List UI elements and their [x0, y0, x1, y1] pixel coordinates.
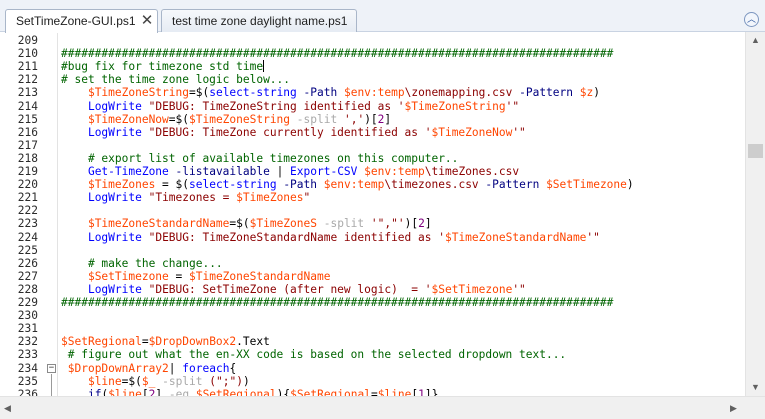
- line-number: 228: [17, 282, 38, 296]
- triangle-right-icon[interactable]: ▶: [730, 403, 737, 414]
- line-number: 222: [17, 204, 38, 218]
- chevron-up-icon[interactable]: ︿: [744, 12, 759, 27]
- code-line[interactable]: 227 $SetTimezone = $TimeZoneStandardName: [0, 270, 745, 283]
- code-text: $TimeZones = $(select-string -Path $env:…: [87, 178, 634, 192]
- line-number: 213: [17, 86, 38, 100]
- line-number: 235: [17, 374, 38, 388]
- code-line[interactable]: 228 LogWrite "DEBUG: SetTimeZone (after …: [0, 283, 745, 296]
- code-line[interactable]: 212 # set the time zone logic below...: [0, 73, 745, 86]
- line-number: 218: [17, 151, 38, 165]
- horizontal-scrollbar[interactable]: ◀ ▶: [0, 396, 765, 419]
- code-text: # figure out what the en-XX code is base…: [67, 348, 567, 362]
- line-number: 225: [17, 243, 38, 257]
- code-line[interactable]: 217: [0, 139, 745, 152]
- code-text: $line=$($_ -split (";")): [87, 374, 250, 388]
- code-text: if($line[2] -eq $SetRegional){$SetRegion…: [87, 387, 439, 396]
- code-text: # set the time zone logic below...: [61, 73, 291, 87]
- code-line[interactable]: 226 # make the change...: [0, 257, 745, 270]
- line-number: 234: [17, 361, 38, 375]
- code-text: ########################################…: [61, 47, 614, 61]
- code-text: #bug fix for timezone std time: [61, 60, 265, 74]
- code-text: $DropDownArray2| foreach{: [67, 361, 237, 375]
- code-text: LogWrite "Timezones = $TimeZones": [87, 191, 311, 205]
- code-line[interactable]: 223 $TimeZoneStandardName=$($TimeZoneS -…: [0, 217, 745, 230]
- tab-settimezone-gui[interactable]: SetTimeZone-GUI.ps1 ✕: [5, 9, 158, 33]
- code-line[interactable]: 234− $DropDownArray2| foreach{: [0, 362, 745, 375]
- close-icon[interactable]: ✕: [140, 10, 154, 32]
- code-text: # export list of available timezones on …: [87, 151, 459, 165]
- line-number: 217: [17, 138, 38, 152]
- fold-guide-line: [51, 373, 52, 396]
- code-text: # make the change...: [87, 256, 223, 270]
- code-line[interactable]: 225: [0, 244, 745, 257]
- code-line[interactable]: 221 LogWrite "Timezones = $TimeZones": [0, 191, 745, 204]
- line-number: 221: [17, 191, 38, 205]
- code-line[interactable]: 219 Get-TimeZone -listavailable | Export…: [0, 165, 745, 178]
- code-text: ########################################…: [61, 296, 614, 309]
- line-number: 209: [17, 34, 38, 47]
- code-line[interactable]: 216 LogWrite "DEBUG: TimeZone currently …: [0, 126, 745, 139]
- line-number: 214: [17, 99, 38, 113]
- code-line[interactable]: 209: [0, 34, 745, 47]
- line-number: 224: [17, 230, 38, 244]
- text-cursor: [263, 60, 265, 73]
- code-line[interactable]: 210 #####################################…: [0, 47, 745, 60]
- code-text: LogWrite "DEBUG: SetTimeZone (after new …: [87, 282, 526, 296]
- line-number: 226: [17, 256, 38, 270]
- line-number: 220: [17, 178, 38, 192]
- line-number: 216: [17, 125, 38, 139]
- line-number: 211: [17, 60, 38, 74]
- triangle-up-icon[interactable]: ▲: [751, 35, 760, 45]
- line-number: 233: [17, 348, 38, 362]
- code-line[interactable]: 214 LogWrite "DEBUG: TimeZoneString iden…: [0, 100, 745, 113]
- code-line[interactable]: 211 #bug fix for timezone std time: [0, 60, 745, 73]
- line-number: 223: [17, 217, 38, 231]
- code-text: Get-TimeZone -listavailable | Export-CSV…: [87, 165, 520, 178]
- code-line[interactable]: 222: [0, 204, 745, 217]
- line-number: 210: [17, 47, 38, 61]
- line-number: 227: [17, 269, 38, 283]
- fold-toggle-icon[interactable]: −: [47, 363, 56, 373]
- code-text: LogWrite "DEBUG: TimeZoneString identifi…: [87, 99, 520, 113]
- code-line[interactable]: 215 $TimeZoneNow=$($TimeZoneString -spli…: [0, 113, 745, 126]
- line-number: 232: [17, 335, 38, 349]
- code-text: LogWrite "DEBUG: TimeZone currently iden…: [87, 125, 526, 139]
- code-text: $TimeZoneNow=$($TimeZoneString -split ',…: [87, 112, 392, 126]
- script-editor[interactable]: 209 210 ##################################…: [0, 32, 745, 396]
- code-line[interactable]: 224 LogWrite "DEBUG: TimeZoneStandardNam…: [0, 231, 745, 244]
- tab-label: SetTimeZone-GUI.ps1: [16, 14, 136, 28]
- code-line[interactable]: 231: [0, 322, 745, 335]
- code-text: LogWrite "DEBUG: TimeZoneStandardName id…: [87, 230, 600, 244]
- code-text: $TimeZoneStandardName=$($TimeZoneS -spli…: [87, 217, 432, 231]
- tab-test-time-zone-daylight-name[interactable]: test time zone daylight name.ps1: [161, 9, 357, 33]
- code-line[interactable]: 236 if($line[2] -eq $SetRegional){$SetRe…: [0, 388, 745, 396]
- code-line[interactable]: 233 # figure out what the en-XX code is …: [0, 348, 745, 361]
- line-number: 231: [17, 322, 38, 336]
- code-line[interactable]: 220 $TimeZones = $(select-string -Path $…: [0, 178, 745, 191]
- scrollbar-thumb[interactable]: [748, 144, 763, 158]
- line-number: 215: [17, 112, 38, 126]
- line-number: 229: [17, 296, 38, 309]
- code-text: $SetRegional=$DropDownBox2.Text: [61, 335, 270, 349]
- line-number: 212: [17, 73, 38, 87]
- tab-bar: SetTimeZone-GUI.ps1 ✕ test time zone day…: [0, 0, 765, 33]
- vertical-scrollbar[interactable]: ▲ ▼: [745, 32, 765, 396]
- code-line[interactable]: 218 # export list of available timezones…: [0, 152, 745, 165]
- code-text: $TimeZoneString=$(select-string -Path $e…: [87, 86, 600, 100]
- line-number: 230: [17, 309, 38, 323]
- code-line[interactable]: 232 $SetRegional=$DropDownBox2.Text: [0, 335, 745, 348]
- line-number: 236: [17, 387, 38, 396]
- tab-label: test time zone daylight name.ps1: [172, 14, 348, 28]
- triangle-left-icon[interactable]: ◀: [4, 403, 11, 414]
- line-number: 219: [17, 165, 38, 178]
- code-text: $SetTimezone = $TimeZoneStandardName: [87, 269, 331, 283]
- code-line[interactable]: 230: [0, 309, 745, 322]
- triangle-down-icon[interactable]: ▼: [751, 382, 760, 392]
- code-line[interactable]: 235 $line=$($_ -split (";")): [0, 375, 745, 388]
- code-line[interactable]: 229 #####################################…: [0, 296, 745, 309]
- code-line[interactable]: 213 $TimeZoneString=$(select-string -Pat…: [0, 86, 745, 99]
